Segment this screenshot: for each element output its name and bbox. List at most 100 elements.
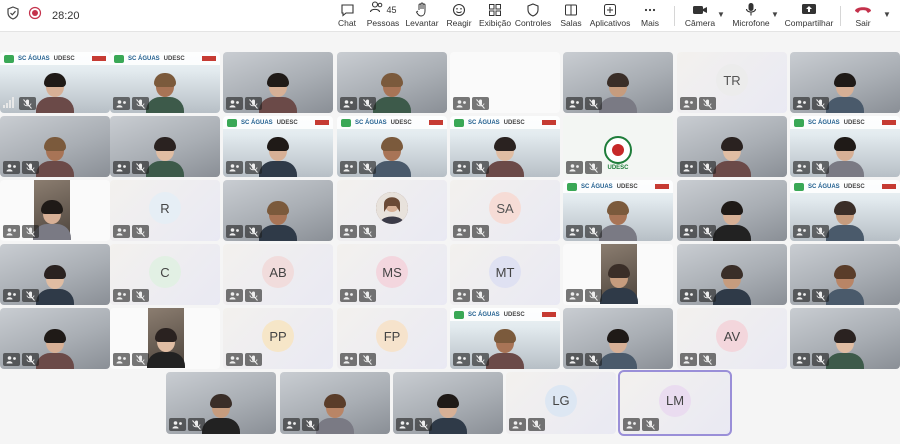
participant-tile[interactable] — [0, 308, 110, 369]
participant-tile[interactable] — [0, 116, 110, 177]
participant-options-icon[interactable] — [113, 289, 130, 302]
participant-tile[interactable]: LM — [618, 370, 732, 436]
people-button[interactable]: 45 Pessoas — [367, 0, 399, 32]
participant-options-icon[interactable] — [169, 418, 186, 431]
participant-options-icon[interactable] — [623, 418, 640, 431]
participant-tile[interactable]: MS — [337, 244, 447, 305]
apps-button[interactable]: Aplicativos — [590, 0, 630, 32]
camera-options-chevron-icon[interactable]: ▼ — [717, 10, 725, 19]
participant-tile[interactable]: SC ÁGUAS UDESC — [450, 308, 560, 369]
participant-tile[interactable]: SC ÁGUAS UDESC — [223, 116, 333, 177]
participant-tile[interactable] — [110, 116, 220, 177]
participant-options-icon[interactable] — [680, 161, 697, 174]
chat-button[interactable]: Chat — [336, 0, 358, 32]
participant-tile[interactable]: SC ÁGUAS UDESC — [790, 116, 900, 177]
participant-tile[interactable]: FP — [337, 308, 447, 369]
participant-options-icon[interactable] — [453, 289, 470, 302]
participant-options-icon[interactable] — [396, 418, 413, 431]
view-button[interactable]: Exibição — [479, 0, 511, 32]
participant-tile[interactable] — [450, 52, 560, 113]
participant-options-icon[interactable] — [566, 225, 583, 238]
participant-tile[interactable] — [677, 116, 787, 177]
leave-button[interactable]: Sair — [852, 0, 874, 32]
participant-tile[interactable]: SC ÁGUAS UDESC — [450, 116, 560, 177]
participant-options-icon[interactable] — [113, 225, 130, 238]
participant-tile[interactable]: PP — [223, 308, 333, 369]
participant-options-icon[interactable] — [566, 353, 583, 366]
participant-tile[interactable] — [337, 180, 447, 241]
share-button[interactable]: Compartilhar — [785, 0, 833, 32]
participant-tile[interactable]: SA — [450, 180, 560, 241]
participant-tile[interactable]: UDESC — [563, 116, 673, 177]
participant-options-icon[interactable] — [226, 353, 243, 366]
participant-tile[interactable] — [563, 308, 673, 369]
participant-tile[interactable]: SC ÁGUAS UDESC — [337, 116, 447, 177]
participant-tile[interactable] — [337, 52, 447, 113]
participant-tile[interactable]: LG — [506, 372, 616, 434]
participant-tile[interactable]: SC ÁGUAS UDESC — [563, 180, 673, 241]
participant-options-icon[interactable] — [680, 225, 697, 238]
participant-tile[interactable]: AV — [677, 308, 787, 369]
participant-tile[interactable] — [790, 308, 900, 369]
participant-options-icon[interactable] — [226, 289, 243, 302]
participant-tile[interactable] — [563, 244, 673, 305]
more-button[interactable]: Mais — [639, 0, 661, 32]
participant-tile[interactable]: SC ÁGUAS UDESC — [0, 52, 110, 113]
participant-tile[interactable]: SC ÁGUAS UDESC — [790, 180, 900, 241]
participant-tile[interactable] — [280, 372, 390, 434]
participant-options-icon[interactable] — [3, 353, 20, 366]
participant-options-icon[interactable] — [226, 161, 243, 174]
participant-options-icon[interactable] — [793, 353, 810, 366]
participant-options-icon[interactable] — [453, 353, 470, 366]
participant-options-icon[interactable] — [3, 289, 20, 302]
participant-tile[interactable] — [790, 244, 900, 305]
participant-tile[interactable]: AB — [223, 244, 333, 305]
controls-button[interactable]: Controles — [515, 0, 551, 32]
participant-tile[interactable] — [677, 180, 787, 241]
participant-options-icon[interactable] — [340, 353, 357, 366]
participant-tile[interactable] — [223, 180, 333, 241]
participant-tile[interactable] — [0, 244, 110, 305]
participant-options-icon[interactable] — [793, 289, 810, 302]
participant-options-icon[interactable] — [113, 97, 130, 110]
raise-hand-button[interactable]: Levantar — [405, 0, 439, 32]
leave-options-chevron-icon[interactable]: ▼ — [883, 10, 891, 19]
participant-options-icon[interactable] — [680, 353, 697, 366]
participant-tile[interactable] — [166, 372, 276, 434]
participant-tile[interactable]: R — [110, 180, 220, 241]
participant-options-icon[interactable] — [340, 161, 357, 174]
participant-tile[interactable]: C — [110, 244, 220, 305]
participant-options-icon[interactable] — [793, 225, 810, 238]
microphone-options-chevron-icon[interactable]: ▼ — [771, 10, 779, 19]
participant-tile[interactable] — [677, 244, 787, 305]
participant-options-icon[interactable] — [793, 97, 810, 110]
camera-button[interactable]: Câmera — [685, 0, 715, 32]
participant-options-icon[interactable] — [453, 97, 470, 110]
participant-tile[interactable]: TR — [677, 52, 787, 113]
microphone-button[interactable]: Microfone — [732, 0, 770, 32]
participant-options-icon[interactable] — [793, 161, 810, 174]
participant-tile[interactable] — [0, 180, 110, 241]
participant-tile[interactable]: MT — [450, 244, 560, 305]
react-button[interactable]: Reagir — [446, 0, 472, 32]
participant-options-icon[interactable] — [509, 418, 526, 431]
rooms-button[interactable]: Salas — [560, 0, 582, 32]
participant-options-icon[interactable] — [680, 97, 697, 110]
participant-options-icon[interactable] — [566, 97, 583, 110]
participant-options-icon[interactable] — [340, 289, 357, 302]
participant-options-icon[interactable] — [3, 225, 20, 238]
participant-options-icon[interactable] — [113, 353, 130, 366]
participant-options-icon[interactable] — [680, 289, 697, 302]
participant-tile[interactable] — [790, 52, 900, 113]
participant-options-icon[interactable] — [340, 225, 357, 238]
participant-options-icon[interactable] — [283, 418, 300, 431]
participant-options-icon[interactable] — [3, 161, 20, 174]
participant-options-icon[interactable] — [226, 97, 243, 110]
participant-options-icon[interactable] — [113, 161, 130, 174]
participant-options-icon[interactable] — [226, 225, 243, 238]
participant-options-icon[interactable] — [340, 97, 357, 110]
participant-options-icon[interactable] — [453, 161, 470, 174]
participant-tile[interactable] — [110, 308, 220, 369]
participant-options-icon[interactable] — [566, 161, 583, 174]
participant-tile[interactable] — [563, 52, 673, 113]
